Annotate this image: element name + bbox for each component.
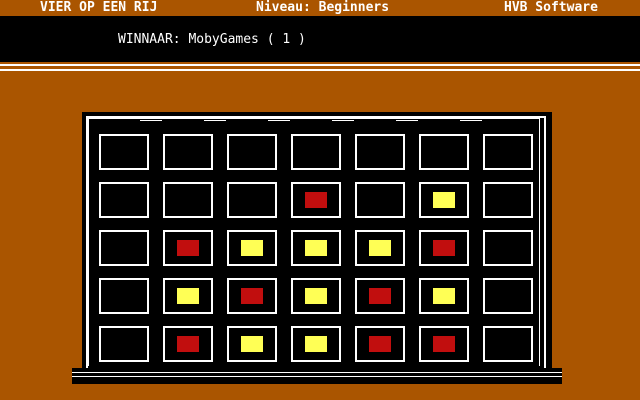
board-cell[interactable] [291, 326, 341, 362]
board-cell[interactable] [355, 278, 405, 314]
column-separator-bar [396, 118, 418, 121]
column-dots: .... [170, 111, 195, 122]
yellow-disc [305, 336, 327, 352]
base-line [72, 372, 562, 373]
board-cell[interactable] [483, 182, 533, 218]
column-dots: .... [490, 111, 515, 122]
board-cell[interactable] [419, 182, 469, 218]
board-cell[interactable] [99, 278, 149, 314]
board-cell[interactable] [483, 278, 533, 314]
yellow-disc [241, 240, 263, 256]
board-cell[interactable] [227, 278, 277, 314]
column-separator-bar [268, 118, 290, 121]
board-cell[interactable] [355, 230, 405, 266]
board-cell[interactable] [291, 182, 341, 218]
board-cell[interactable] [419, 134, 469, 170]
board-cell[interactable] [99, 182, 149, 218]
yellow-disc [305, 240, 327, 256]
board-cell[interactable] [483, 134, 533, 170]
board-cell[interactable] [99, 326, 149, 362]
board-cell[interactable] [163, 134, 213, 170]
red-disc [305, 192, 327, 208]
board-cell[interactable] [419, 326, 469, 362]
yellow-disc [305, 288, 327, 304]
board-cell[interactable] [355, 326, 405, 362]
column-drop-indicators: ............................ [100, 112, 530, 126]
column-separator-bar [204, 118, 226, 121]
game-board: ............................ [82, 112, 552, 372]
yellow-disc [241, 336, 263, 352]
board-cell[interactable] [355, 182, 405, 218]
board-cell[interactable] [227, 230, 277, 266]
column-separator-bar [332, 118, 354, 121]
red-disc [177, 336, 199, 352]
column-dots: .... [362, 111, 387, 122]
column-separator-bar [140, 118, 162, 121]
red-disc [369, 336, 391, 352]
board-cell[interactable] [291, 278, 341, 314]
board-cell[interactable] [163, 326, 213, 362]
divider-line [0, 64, 640, 66]
column-dots: .... [298, 111, 323, 122]
board-cell[interactable] [163, 278, 213, 314]
red-disc [241, 288, 263, 304]
winner-text: WINNAAR: MobyGames ( 1 ) [118, 32, 306, 47]
board-cell[interactable] [99, 230, 149, 266]
red-disc [369, 288, 391, 304]
red-disc [177, 240, 199, 256]
board-cell[interactable] [483, 326, 533, 362]
board-cell[interactable] [227, 134, 277, 170]
board-cell[interactable] [291, 134, 341, 170]
board-cell[interactable] [163, 230, 213, 266]
column-dots: .... [106, 111, 131, 122]
base-line [72, 376, 562, 377]
board-base [72, 368, 562, 384]
board-cell[interactable] [99, 134, 149, 170]
column-dots: .... [234, 111, 259, 122]
yellow-disc [369, 240, 391, 256]
game-title: VIER OP EEN RIJ [40, 0, 158, 15]
board-cell[interactable] [483, 230, 533, 266]
board-cell[interactable] [291, 230, 341, 266]
red-disc [433, 240, 455, 256]
board-cell[interactable] [227, 326, 277, 362]
board-cell[interactable] [419, 230, 469, 266]
board-cell[interactable] [419, 278, 469, 314]
divider-line [0, 69, 640, 71]
status-panel: WINNAAR: MobyGames ( 1 ) [0, 16, 640, 62]
board-cell[interactable] [227, 182, 277, 218]
publisher-label: HVB Software [504, 0, 598, 15]
yellow-disc [433, 192, 455, 208]
title-bar: VIER OP EEN RIJ Niveau: Beginners HVB So… [0, 0, 640, 16]
red-disc [433, 336, 455, 352]
column-separator-bar [460, 118, 482, 121]
yellow-disc [433, 288, 455, 304]
level-label: Niveau: Beginners [256, 0, 390, 15]
yellow-disc [177, 288, 199, 304]
board-cell[interactable] [163, 182, 213, 218]
column-dots: .... [426, 111, 451, 122]
board-cell[interactable] [355, 134, 405, 170]
